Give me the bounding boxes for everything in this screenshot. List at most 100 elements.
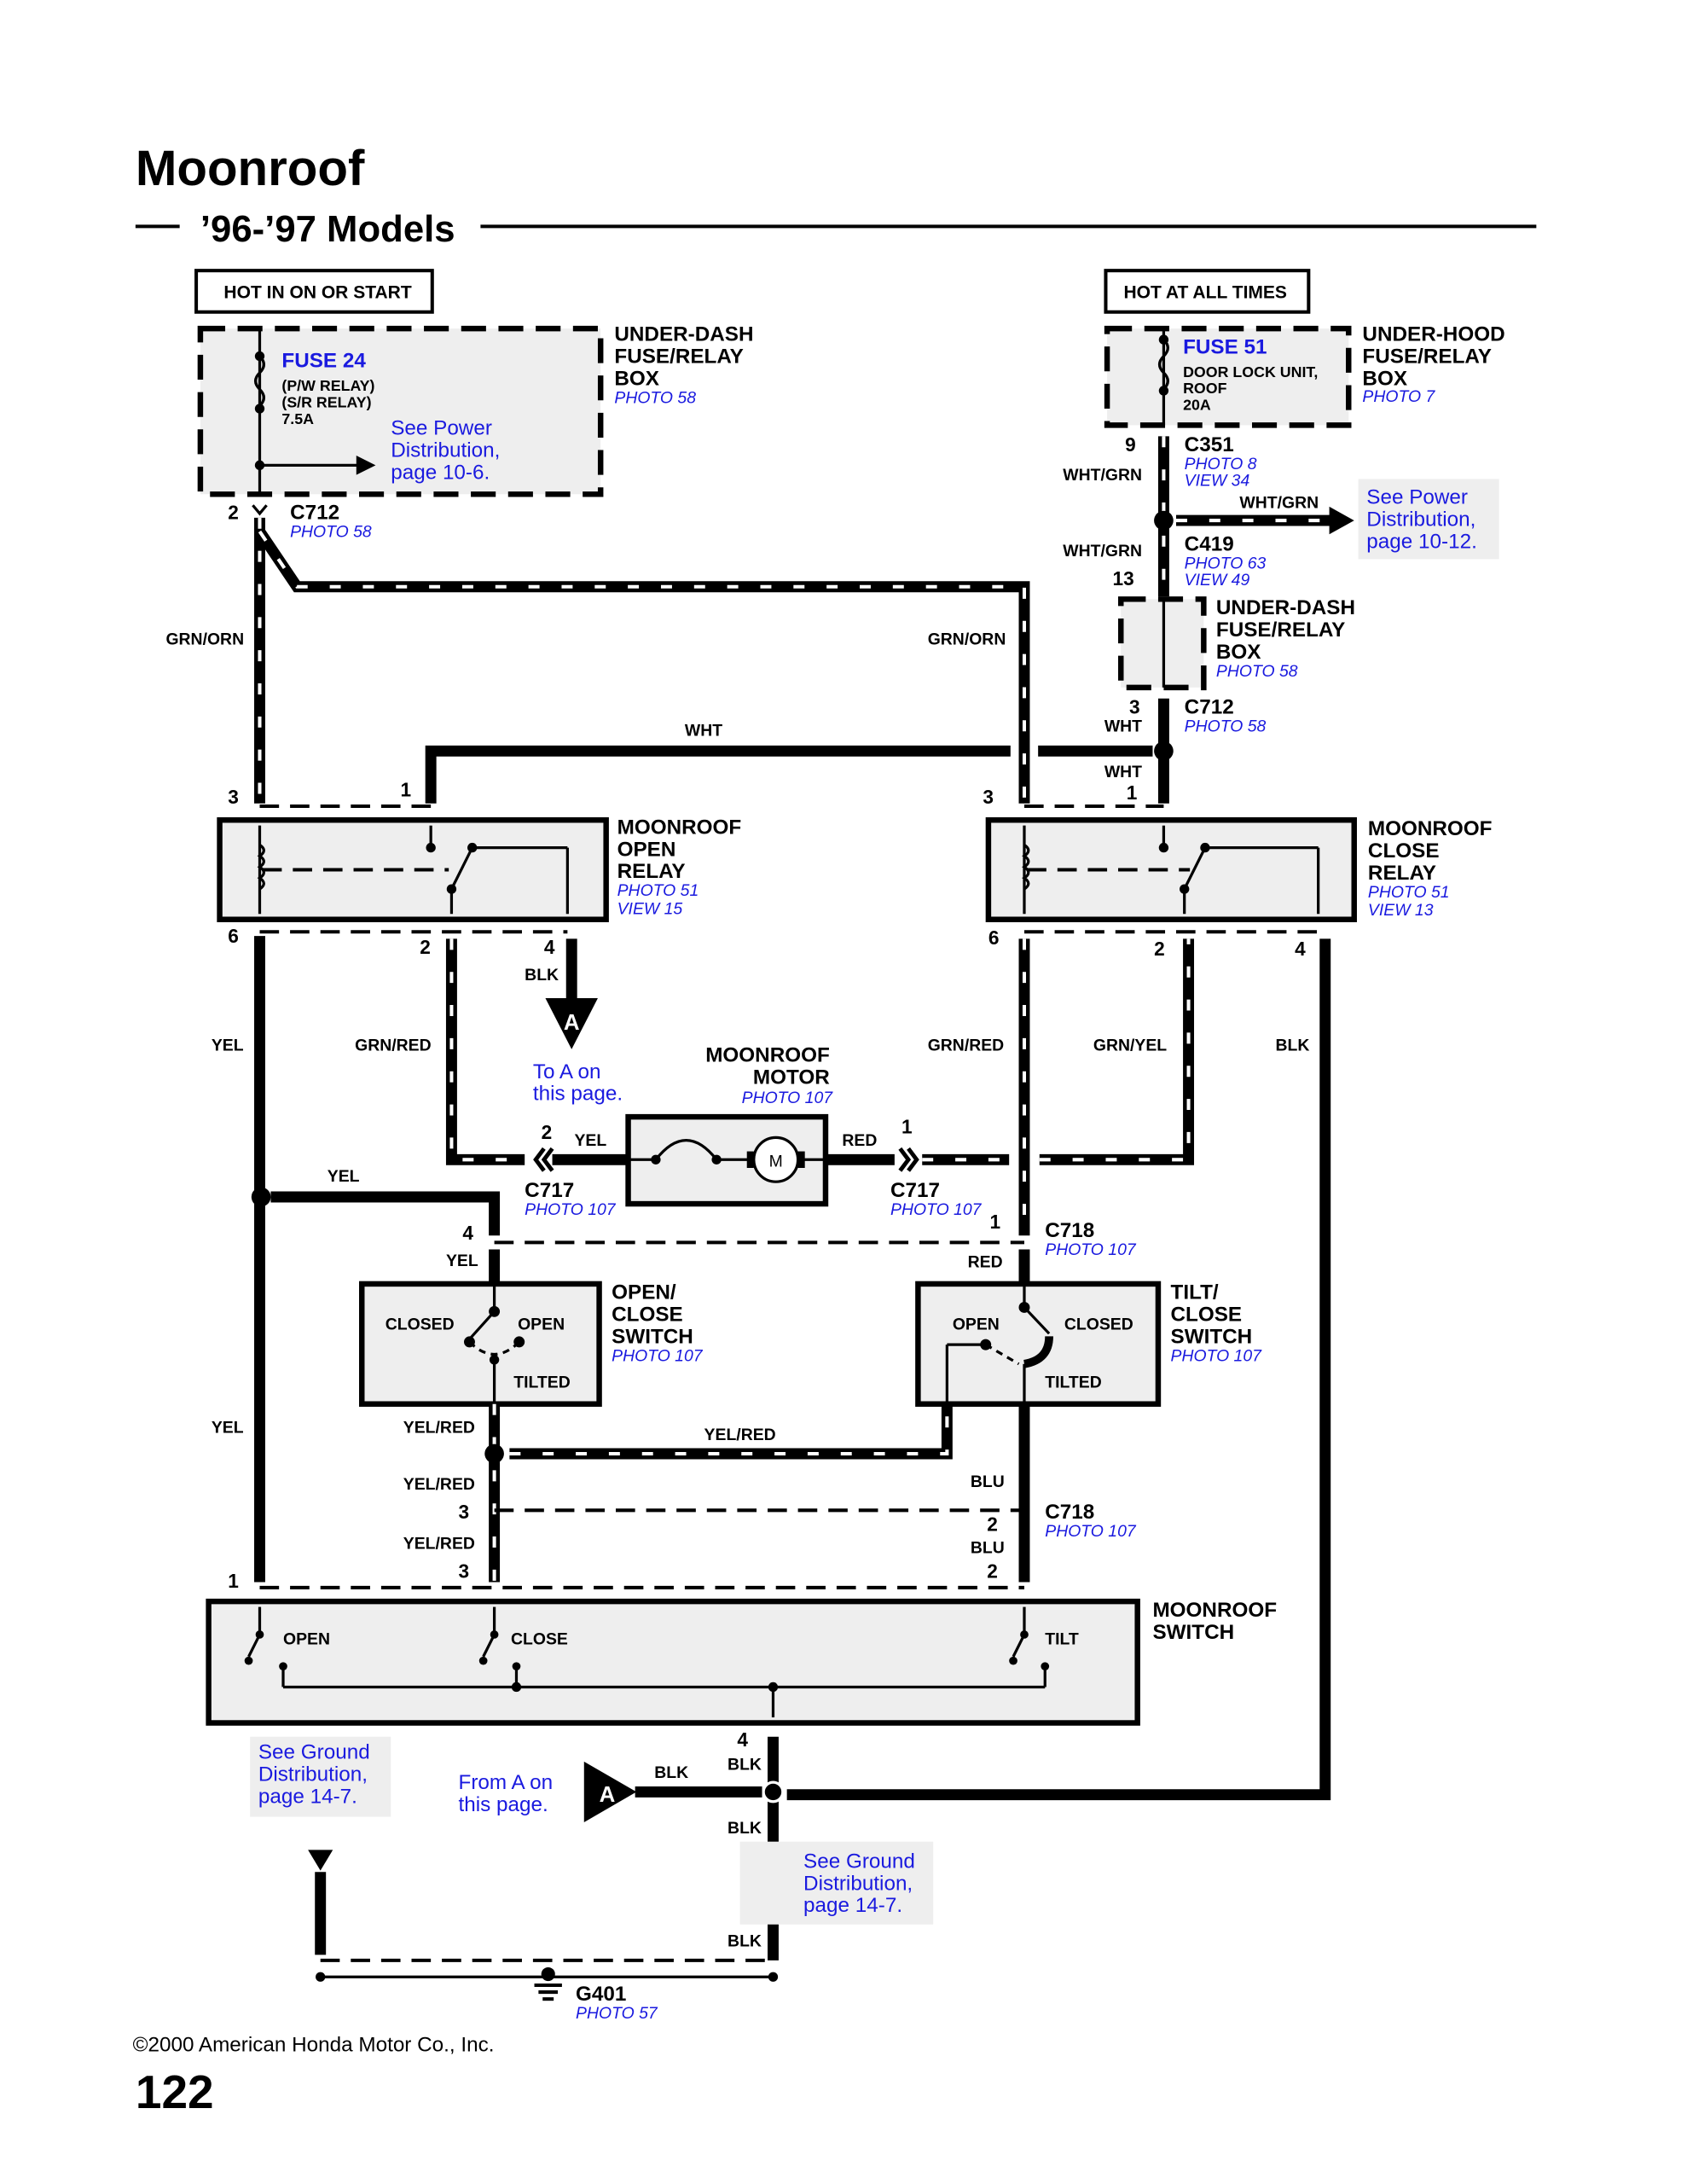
- c712-right-pin: 3: [1129, 696, 1140, 718]
- fuse51-rating: 20A: [1183, 397, 1211, 414]
- splice-point: [1154, 510, 1174, 531]
- underdash-small-photo[interactable]: PHOTO 58: [1216, 662, 1298, 681]
- underdash-box-photo[interactable]: PHOTO 58: [614, 389, 696, 408]
- underdash-small-name: FUSE/RELAY: [1216, 619, 1345, 642]
- arrow-icon: [1329, 506, 1354, 535]
- open-relay-view[interactable]: VIEW 15: [617, 899, 683, 918]
- tilt-close-switch-name: CLOSE: [1171, 1304, 1243, 1327]
- ground-dist-ref[interactable]: Distribution,: [803, 1872, 913, 1895]
- open-relay-name: OPEN: [617, 838, 676, 861]
- c351-label: C351: [1185, 433, 1234, 456]
- wire-label: YEL/RED: [704, 1426, 776, 1444]
- wire-label: BLK: [728, 1819, 762, 1838]
- wire-label: YEL: [574, 1131, 606, 1150]
- c419-label: C419: [1185, 533, 1234, 556]
- from-a-ref[interactable]: this page.: [459, 1793, 548, 1816]
- wire-label: YEL: [212, 1419, 244, 1438]
- power-dist-ref[interactable]: page 10-12.: [1366, 530, 1477, 553]
- tilt-close-switch-photo[interactable]: PHOTO 107: [1171, 1347, 1263, 1366]
- switch-pin: 4: [737, 1728, 748, 1751]
- g401-photo[interactable]: PHOTO 57: [576, 2004, 658, 2023]
- underhood-box-photo[interactable]: PHOTO 7: [1362, 387, 1435, 406]
- g401-label: G401: [576, 1983, 626, 2006]
- c712-left-photo[interactable]: PHOTO 58: [290, 522, 372, 541]
- power-dist-ref[interactable]: See Power: [391, 417, 492, 440]
- c712-right-label: C712: [1185, 696, 1234, 719]
- power-dist-ref[interactable]: Distribution,: [1366, 508, 1475, 531]
- power-dist-ref[interactable]: page 10-6.: [391, 462, 490, 485]
- wire-label: YEL: [328, 1167, 360, 1186]
- c718-bottom-photo[interactable]: PHOTO 107: [1045, 1522, 1137, 1541]
- open-close-switch-name: CLOSE: [612, 1304, 683, 1327]
- ground-dist-ref[interactable]: See Ground: [258, 1741, 370, 1764]
- wire-label: WHT: [1104, 717, 1142, 736]
- open-relay-name: RELAY: [617, 860, 686, 883]
- motor-photo[interactable]: PHOTO 107: [742, 1089, 834, 1107]
- wire-label: YEL/RED: [403, 1419, 475, 1438]
- power-dist-ref[interactable]: See Power: [1366, 486, 1468, 509]
- underdash-small-name: UNDER-DASH: [1216, 596, 1355, 619]
- close-relay-photo[interactable]: PHOTO 51: [1368, 883, 1450, 902]
- c718-top-photo[interactable]: PHOTO 107: [1045, 1240, 1137, 1259]
- wire-label: WHT/GRN: [1063, 466, 1142, 485]
- underdash-small-name: BOX: [1216, 641, 1261, 664]
- switch-pin: 1: [228, 1570, 239, 1592]
- c717-right-photo[interactable]: PHOTO 107: [890, 1200, 983, 1219]
- c351-view[interactable]: VIEW 34: [1185, 472, 1250, 491]
- ground-icon: [534, 1983, 562, 2001]
- c717-left-photo[interactable]: PHOTO 107: [525, 1200, 617, 1219]
- underhood-box-name: FUSE/RELAY: [1362, 346, 1491, 369]
- close-relay-view[interactable]: VIEW 13: [1368, 901, 1434, 920]
- open-close-switch-name: SWITCH: [612, 1326, 693, 1349]
- open-close-switch-name: OPEN/: [612, 1281, 676, 1304]
- from-a-ref[interactable]: From A on: [459, 1771, 554, 1794]
- ground-dist-ref[interactable]: Distribution,: [258, 1763, 368, 1786]
- power-dist-ref[interactable]: Distribution,: [391, 439, 500, 462]
- page-title: Moonroof: [136, 141, 365, 196]
- to-a-ref[interactable]: To A on: [533, 1060, 601, 1083]
- wire-label: BLK: [728, 1932, 762, 1951]
- relay-pin: 6: [228, 925, 239, 947]
- switch-position-open: OPEN: [518, 1315, 565, 1333]
- open-close-switch-photo[interactable]: PHOTO 107: [612, 1347, 704, 1366]
- wire-label: GRN/YEL: [1093, 1036, 1167, 1054]
- switch-label-close: CLOSE: [511, 1629, 568, 1648]
- wiring-diagram: Moonroof ’96-’97 Models HOT IN ON OR STA…: [133, 141, 1537, 2118]
- open-relay-photo[interactable]: PHOTO 51: [617, 881, 699, 900]
- moonroof-switch: [206, 1598, 1140, 1726]
- page-subtitle: ’96-’97 Models: [200, 208, 455, 250]
- underdash-box-name: BOX: [614, 367, 659, 390]
- tilt-close-switch-name: TILT/: [1171, 1281, 1219, 1304]
- wire-label: YEL/RED: [403, 1535, 475, 1554]
- fuse51-desc: ROOF: [1183, 380, 1227, 397]
- fuse24-desc: (P/W RELAY): [281, 377, 374, 394]
- switch-position-tilted: TILTED: [513, 1373, 570, 1391]
- close-relay-name: RELAY: [1368, 862, 1436, 885]
- relay-pin: 3: [983, 786, 994, 808]
- splice-point: [484, 1443, 504, 1464]
- fuse24-rating: 7.5A: [281, 410, 314, 427]
- fuse24-label: FUSE 24: [281, 349, 366, 372]
- wire-label: BLK: [1275, 1036, 1309, 1054]
- ground-dist-ref[interactable]: See Ground: [803, 1850, 915, 1873]
- close-relay-name: CLOSE: [1368, 839, 1440, 863]
- splice-point: [762, 1780, 785, 1804]
- ground-dist-ref[interactable]: page 14-7.: [258, 1785, 357, 1808]
- wire-label: WHT: [1104, 763, 1142, 781]
- wire-label: BLU: [971, 1538, 1005, 1557]
- c717-pin: 1: [901, 1116, 913, 1138]
- ground-dist-ref[interactable]: page 14-7.: [803, 1894, 902, 1917]
- to-a-ref[interactable]: this page.: [533, 1083, 623, 1106]
- relay-pin: 6: [988, 926, 1000, 949]
- c717-right-label: C717: [890, 1179, 940, 1202]
- c419-view[interactable]: VIEW 49: [1185, 571, 1250, 590]
- close-relay-name: MOONROOF: [1368, 817, 1493, 840]
- hot-at-all-times-label: HOT AT ALL TIMES: [1123, 283, 1286, 303]
- wire-label: WHT/GRN: [1239, 493, 1319, 512]
- c717-left-label: C717: [525, 1179, 574, 1202]
- c712-left-label: C712: [290, 501, 339, 524]
- wire-label: BLK: [654, 1763, 688, 1782]
- c712-right-photo[interactable]: PHOTO 58: [1185, 717, 1267, 736]
- wire-label: WHT/GRN: [1063, 542, 1142, 561]
- switch-position-open: OPEN: [953, 1315, 1000, 1333]
